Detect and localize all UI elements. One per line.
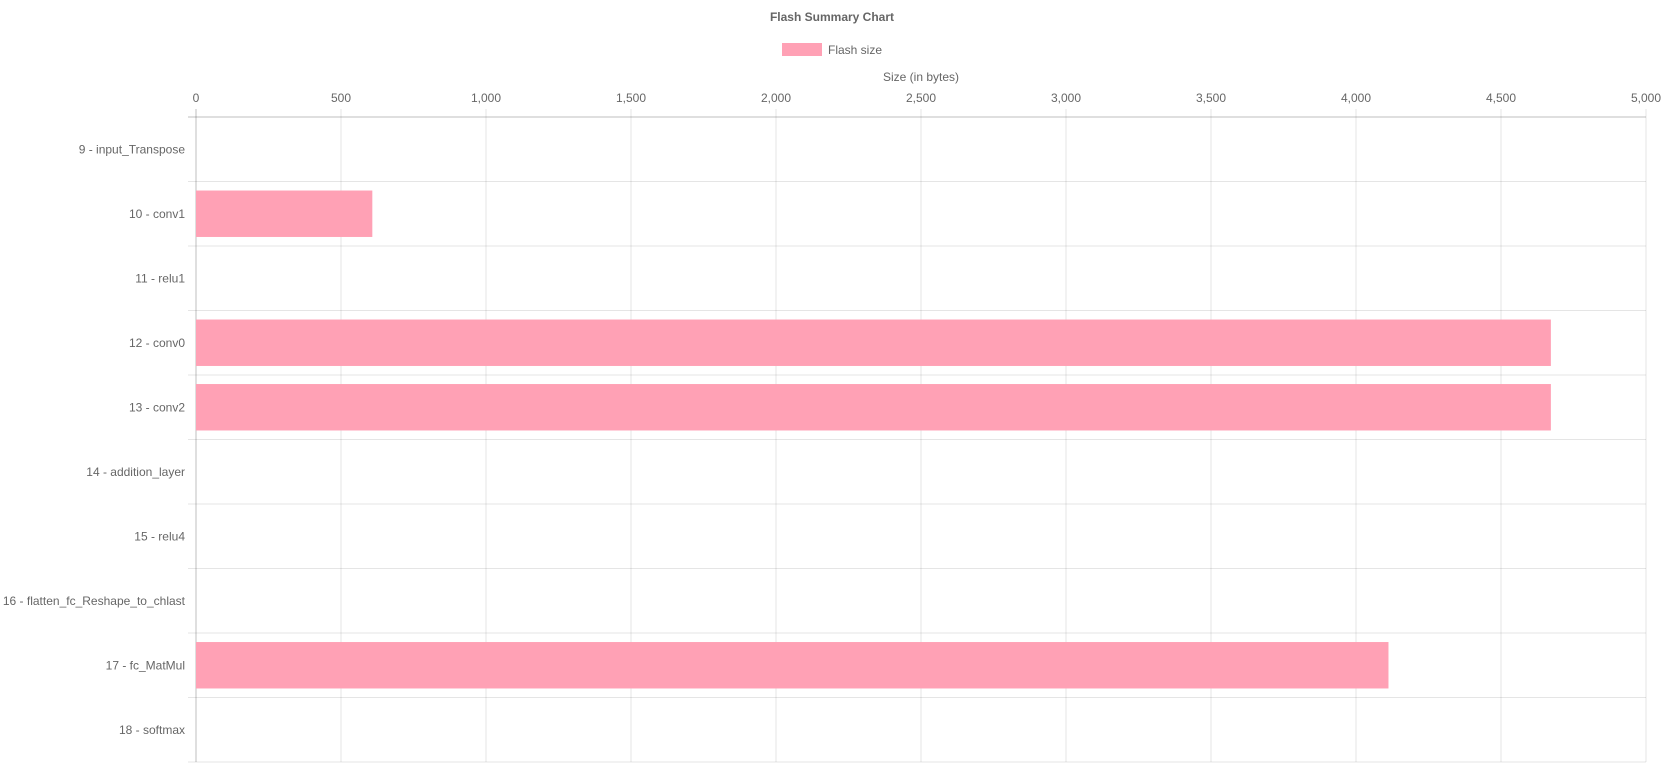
y-category-label: 11 - relu1 [135, 271, 185, 285]
bar[interactable] [196, 319, 1551, 366]
y-category-label: 12 - conv0 [129, 336, 185, 350]
x-tick-label: 2,500 [906, 91, 936, 105]
x-tick-label: 3,500 [1196, 91, 1226, 105]
x-tick-label: 1,000 [471, 91, 501, 105]
y-category-label: 15 - relu4 [134, 529, 185, 543]
y-category-label: 9 - input_Transpose [79, 142, 186, 156]
x-tick-label: 5,000 [1631, 91, 1661, 105]
x-tick-label: 4,500 [1486, 91, 1516, 105]
x-tick-label: 0 [193, 91, 200, 105]
x-tick-label: 3,000 [1051, 91, 1081, 105]
legend[interactable]: Flash size [782, 43, 882, 57]
y-category-label: 16 - flatten_fc_Reshape_to_chlast [3, 594, 186, 608]
x-tick-label: 2,000 [761, 91, 791, 105]
y-category-label: 17 - fc_MatMul [106, 658, 185, 672]
y-category-label: 13 - conv2 [129, 400, 185, 414]
bar[interactable] [196, 384, 1551, 431]
x-axis-title: Size (in bytes) [883, 70, 959, 84]
chart-title: Flash Summary Chart [770, 10, 894, 24]
x-tick-label: 4,000 [1341, 91, 1371, 105]
x-tick-label: 1,500 [616, 91, 646, 105]
x-tick-label: 500 [331, 91, 351, 105]
bar[interactable] [196, 190, 373, 237]
y-category-label: 10 - conv1 [129, 207, 185, 221]
legend-swatch-flash-size [782, 43, 822, 56]
x-axis-ticks: 0 500 1,000 1,500 2,000 2,500 3,000 3,500 4,000 4… [193, 91, 1662, 105]
flash-summary-chart: Flash Summary Chart Flash size Size (in … [3, 10, 1662, 763]
legend-label-flash-size: Flash size [828, 43, 882, 57]
bar[interactable] [196, 642, 1389, 689]
y-axis-labels: 9 - input_Transpose 10 - conv1 11 - relu1 1… [3, 142, 186, 737]
y-category-label: 14 - addition_layer [86, 465, 185, 479]
y-category-label: 18 - softmax [119, 723, 185, 737]
